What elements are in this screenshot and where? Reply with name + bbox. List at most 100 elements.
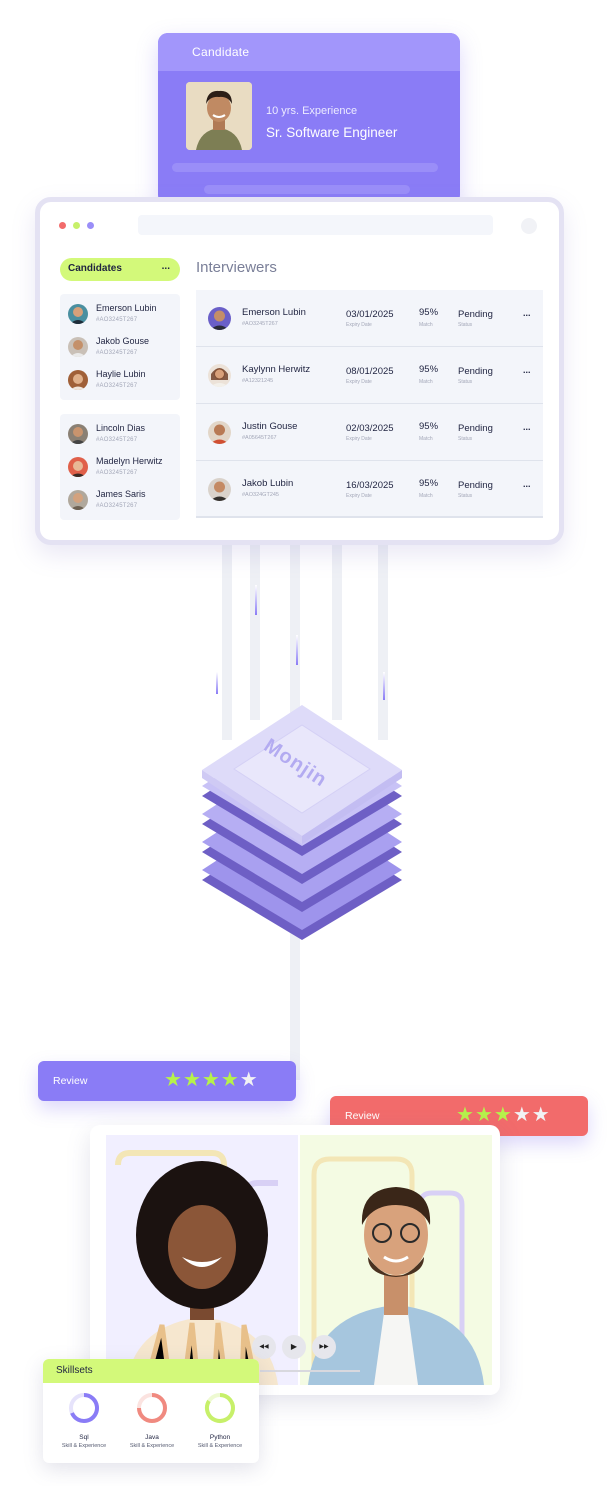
table-row[interactable]: Emerson Lubin #AO3245T267 03/01/2025 Exp… — [196, 290, 543, 347]
table-row[interactable]: Kaylynn Herwitz #A12321245 08/01/2025 Ex… — [196, 347, 543, 404]
expiry-date-label: Expiry Date — [346, 493, 372, 499]
candidates-tab[interactable]: Candidates ... — [60, 258, 180, 281]
star-icon: ★ — [201, 1069, 221, 1091]
interviewer-id: #A05645T267 — [242, 435, 277, 441]
avatar — [68, 337, 88, 357]
avatar — [208, 307, 231, 330]
candidate-id: #AO3245T267 — [96, 350, 138, 356]
status-label: Status — [458, 379, 473, 385]
candidate-name: Jakob Gouse — [96, 336, 150, 346]
avatar — [208, 364, 231, 387]
match-label: Match — [419, 322, 433, 328]
candidate-id: #AO3245T267 — [96, 317, 138, 323]
candidate-name: Lincoln Dias — [96, 423, 146, 433]
candidate-id: #AO3245T267 — [96, 383, 138, 389]
expiry-date-label: Expiry Date — [346, 379, 372, 385]
avatar — [68, 457, 88, 477]
video-call-panel: ◀◀ ▶ ▶▶ — [90, 1125, 500, 1395]
candidate-experience: 10 yrs. Experience — [266, 105, 358, 117]
star-icon: ★ — [239, 1069, 259, 1091]
candidate-card-title: Candidate — [158, 33, 460, 71]
review-chip[interactable]: Review ★★★★★ — [38, 1061, 296, 1101]
list-item[interactable]: James Saris #AO3245T267 — [60, 483, 180, 516]
rating-stars: ★★★★★ — [164, 1070, 259, 1090]
star-icon: ★ — [456, 1104, 475, 1126]
window-maximize-dot[interactable] — [87, 222, 94, 229]
more-icon[interactable]: ... — [162, 261, 170, 272]
interviewer-id: #AO3245T267 — [242, 321, 278, 327]
forward-button[interactable]: ▶▶ — [312, 1335, 336, 1359]
match-label: Match — [419, 436, 433, 442]
interviewer-id: #AO324GT245 — [242, 492, 279, 498]
status-label: Status — [458, 436, 473, 442]
avatar — [68, 424, 88, 444]
avatar — [68, 370, 88, 390]
more-icon[interactable]: ... — [523, 422, 531, 432]
status-badge: Pending — [458, 423, 493, 434]
expiry-date: 02/03/2025 — [346, 423, 394, 434]
star-icon: ★ — [493, 1104, 513, 1126]
match-value: 95% — [419, 421, 439, 432]
avatar — [68, 304, 88, 324]
interviewers-table: Emerson Lubin #AO3245T267 03/01/2025 Exp… — [196, 290, 543, 518]
status-badge: Pending — [458, 480, 493, 491]
connector-line — [332, 540, 342, 720]
signal-dash — [255, 585, 257, 615]
match-value: 95% — [419, 307, 439, 318]
skill-ring-icon — [137, 1393, 167, 1423]
table-row[interactable]: Justin Gouse #A05645T267 02/03/2025 Expi… — [196, 404, 543, 461]
skillsets-panel: Skillsets Sql Skill & Experience Java Sk… — [43, 1359, 259, 1463]
candidate-name: Emerson Lubin — [96, 303, 157, 313]
signal-dash — [383, 672, 385, 700]
expiry-date: 08/01/2025 — [346, 366, 394, 377]
candidate-group: Emerson Lubin #AO3245T267 Jakob Gouse #A… — [60, 294, 180, 400]
connector-line — [250, 540, 260, 720]
candidate-name: Madelyn Herwitz — [96, 456, 163, 466]
skill-ring-icon — [205, 1393, 235, 1423]
interviewer-name: Kaylynn Herwitz — [242, 364, 311, 375]
skill-subtitle: Skill & Experience — [61, 1443, 107, 1449]
window-minimize-dot[interactable] — [73, 222, 80, 229]
more-icon[interactable]: ... — [523, 479, 531, 489]
table-row[interactable]: Jakob Lubin #AO324GT245 16/03/2025 Expir… — [196, 461, 543, 518]
list-item[interactable]: Emerson Lubin #AO3245T267 — [60, 297, 180, 330]
skillsets-title: Skillsets — [43, 1359, 259, 1383]
candidate-card[interactable]: Candidate 10 yrs. Experience Sr. Softwar… — [158, 33, 460, 205]
candidate-group: Lincoln Dias #AO3245T267 Madelyn Herwitz… — [60, 414, 180, 520]
window-close-dot[interactable] — [59, 222, 66, 229]
review-label: Review — [53, 1075, 88, 1087]
star-icon: ★ — [531, 1104, 551, 1126]
video-progress-bar[interactable] — [260, 1370, 360, 1372]
status-label: Status — [458, 493, 473, 499]
rating-stars: ★★★★★ — [456, 1105, 551, 1125]
list-item[interactable]: Lincoln Dias #AO3245T267 — [60, 417, 180, 450]
avatar — [68, 490, 88, 510]
candidate-id: #AO3245T267 — [96, 503, 138, 509]
rewind-button[interactable]: ◀◀ — [252, 1335, 276, 1359]
avatar — [208, 421, 231, 444]
interviewer-name: Justin Gouse — [242, 421, 298, 432]
skill-java: Java Skill & Experience — [117, 1391, 187, 1449]
expiry-date-label: Expiry Date — [346, 322, 372, 328]
list-item[interactable]: Haylie Lubin #AO3245T267 — [60, 363, 180, 396]
expiry-date: 16/03/2025 — [346, 480, 394, 491]
skill-python: Python Skill & Experience — [185, 1391, 255, 1449]
interviewer-id: #A12321245 — [242, 378, 274, 384]
candidate-id: #AO3245T267 — [96, 470, 138, 476]
skill-subtitle: Skill & Experience — [129, 1443, 175, 1449]
signal-dash — [296, 635, 298, 665]
placeholder-bar — [172, 163, 438, 172]
star-icon: ★ — [182, 1069, 202, 1091]
more-icon[interactable]: ... — [523, 308, 531, 318]
skill-subtitle: Skill & Experience — [197, 1443, 243, 1449]
list-item[interactable]: Jakob Gouse #AO3245T267 — [60, 330, 180, 363]
play-button[interactable]: ▶ — [282, 1335, 306, 1359]
placeholder-bar — [204, 185, 410, 194]
more-icon[interactable]: ... — [523, 365, 531, 375]
window-menu-button[interactable] — [521, 218, 537, 234]
address-bar[interactable] — [138, 215, 493, 235]
candidate-name: Haylie Lubin — [96, 369, 146, 379]
review-label: Review — [345, 1110, 380, 1122]
expiry-date: 03/01/2025 — [346, 309, 394, 320]
list-item[interactable]: Madelyn Herwitz #AO3245T267 — [60, 450, 180, 483]
